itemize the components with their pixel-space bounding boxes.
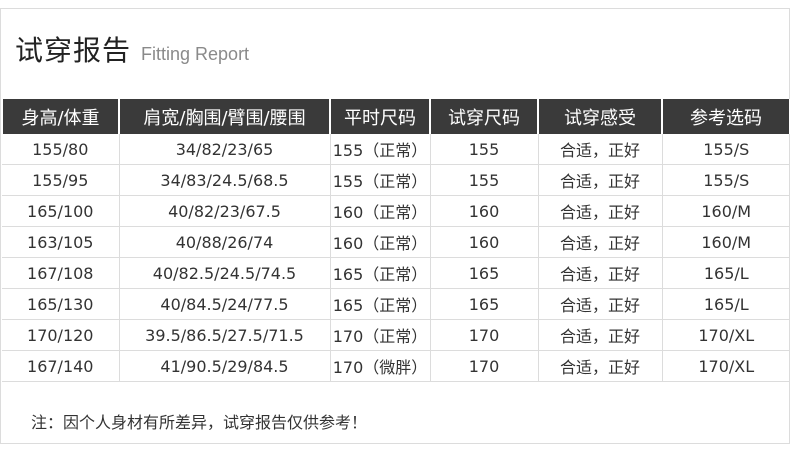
- cell-tried-size: 160: [430, 226, 539, 258]
- table-row: 163/105 40/88/26/74 160（正常） 160 合适，正好 16…: [2, 226, 790, 258]
- cell-usual-size: 165（正常）: [330, 288, 431, 320]
- table-row: 165/130 40/84.5/24/77.5 165（正常） 165 合适，正…: [2, 288, 790, 320]
- cell-measurements: 40/82.5/24.5/74.5: [119, 257, 331, 289]
- cell-height-weight: 163/105: [2, 226, 120, 258]
- table-row: 165/100 40/82/23/67.5 160（正常） 160 合适，正好 …: [2, 195, 790, 227]
- report-title: 试穿报告 Fitting Report: [15, 29, 249, 69]
- header-recommended-size: 参考选码: [661, 99, 790, 134]
- cell-measurements: 34/82/23/65: [119, 134, 331, 165]
- cell-fit-feeling: 合适，正好: [538, 195, 663, 227]
- cell-height-weight: 170/120: [2, 319, 120, 351]
- cell-height-weight: 155/80: [2, 134, 120, 165]
- cell-fit-feeling: 合适，正好: [538, 257, 663, 289]
- cell-usual-size: 165（正常）: [330, 257, 431, 289]
- cell-measurements: 39.5/86.5/27.5/71.5: [119, 319, 331, 351]
- cell-measurements: 40/88/26/74: [119, 226, 331, 258]
- cell-tried-size: 170: [430, 350, 539, 382]
- fitting-report-panel: 试穿报告 Fitting Report 身高/体重 肩宽/胸围/臂围/腰围 平时…: [0, 8, 790, 444]
- disclaimer-note: 注：因个人身材有所差异，试穿报告仅供参考！: [31, 413, 368, 432]
- table-row: 170/120 39.5/86.5/27.5/71.5 170（正常） 170 …: [2, 319, 790, 351]
- cell-fit-feeling: 合适，正好: [538, 350, 663, 382]
- table-row: 155/80 34/82/23/65 155（正常） 155 合适，正好 155…: [2, 134, 790, 165]
- cell-recommended-size: 155/S: [662, 164, 790, 196]
- table-header-row: 身高/体重 肩宽/胸围/臂围/腰围 平时尺码 试穿尺码 试穿感受 参考选码: [1, 99, 790, 134]
- table-row: 167/140 41/90.5/29/84.5 170（微胖） 170 合适，正…: [2, 350, 790, 382]
- cell-fit-feeling: 合适，正好: [538, 288, 663, 320]
- cell-recommended-size: 170/XL: [662, 319, 790, 351]
- cell-tried-size: 165: [430, 288, 539, 320]
- cell-usual-size: 170（微胖）: [330, 350, 431, 382]
- cell-recommended-size: 160/M: [662, 195, 790, 227]
- fitting-table: 身高/体重 肩宽/胸围/臂围/腰围 平时尺码 试穿尺码 试穿感受 参考选码 15…: [1, 99, 790, 382]
- cell-tried-size: 165: [430, 257, 539, 289]
- cell-height-weight: 165/130: [2, 288, 120, 320]
- cell-tried-size: 155: [430, 164, 539, 196]
- cell-usual-size: 155（正常）: [330, 164, 431, 196]
- cell-usual-size: 170（正常）: [330, 319, 431, 351]
- cell-recommended-size: 155/S: [662, 134, 790, 165]
- cell-tried-size: 155: [430, 134, 539, 165]
- cell-height-weight: 167/108: [2, 257, 120, 289]
- cell-tried-size: 160: [430, 195, 539, 227]
- cell-height-weight: 167/140: [2, 350, 120, 382]
- cell-usual-size: 155（正常）: [330, 134, 431, 165]
- report-title-cn: 试穿报告: [15, 34, 132, 67]
- cell-recommended-size: 165/L: [662, 257, 790, 289]
- cell-measurements: 40/82/23/67.5: [119, 195, 331, 227]
- cell-tried-size: 170: [430, 319, 539, 351]
- cell-measurements: 34/83/24.5/68.5: [119, 164, 331, 196]
- header-fit-feeling: 试穿感受: [537, 99, 663, 134]
- cell-recommended-size: 170/XL: [662, 350, 790, 382]
- cell-fit-feeling: 合适，正好: [538, 319, 663, 351]
- header-tried-size: 试穿尺码: [429, 99, 539, 134]
- table-row: 155/95 34/83/24.5/68.5 155（正常） 155 合适，正好…: [2, 164, 790, 196]
- table-row: 167/108 40/82.5/24.5/74.5 165（正常） 165 合适…: [2, 257, 790, 289]
- header-measurements: 肩宽/胸围/臂围/腰围: [118, 99, 331, 134]
- cell-fit-feeling: 合适，正好: [538, 226, 663, 258]
- cell-recommended-size: 160/M: [662, 226, 790, 258]
- header-height-weight: 身高/体重: [1, 99, 120, 134]
- cell-fit-feeling: 合适，正好: [538, 164, 663, 196]
- cell-height-weight: 155/95: [2, 164, 120, 196]
- cell-fit-feeling: 合适，正好: [538, 134, 663, 165]
- cell-measurements: 41/90.5/29/84.5: [119, 350, 331, 382]
- report-title-en: Fitting Report: [141, 44, 250, 64]
- cell-height-weight: 165/100: [2, 195, 120, 227]
- header-usual-size: 平时尺码: [329, 99, 431, 134]
- cell-usual-size: 160（正常）: [330, 226, 431, 258]
- cell-usual-size: 160（正常）: [330, 195, 431, 227]
- cell-recommended-size: 165/L: [662, 288, 790, 320]
- cell-measurements: 40/84.5/24/77.5: [119, 288, 331, 320]
